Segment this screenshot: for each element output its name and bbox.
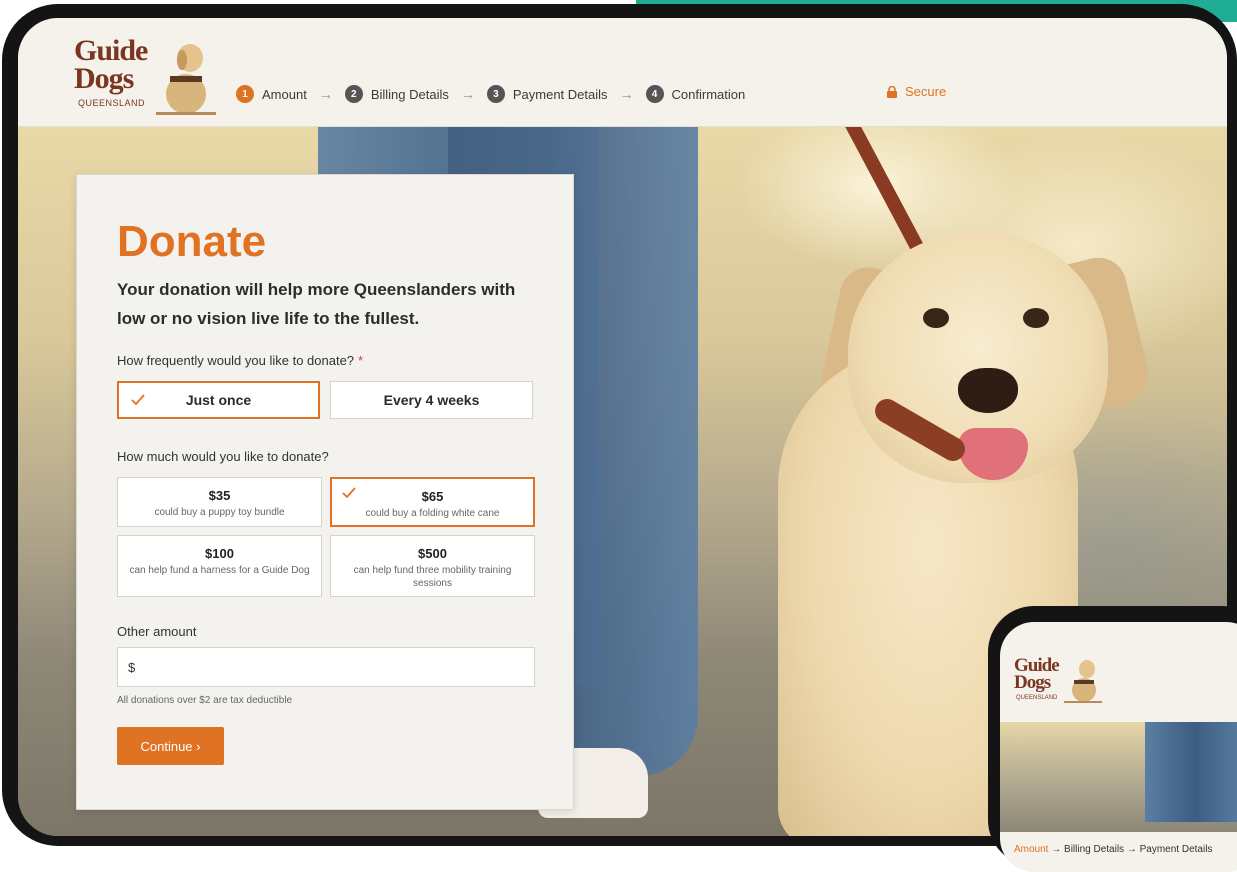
amount-option-65[interactable]: $65 could buy a folding white cane: [330, 477, 535, 527]
frequency-label: How frequently would you like to donate?…: [117, 353, 363, 368]
frequency-option-just-once[interactable]: Just once: [117, 381, 320, 419]
step-number: 2: [344, 85, 363, 103]
frequency-option-every-4-weeks[interactable]: Every 4 weeks: [330, 381, 533, 419]
amount-value: $65: [421, 489, 444, 504]
phone-step-rest: → Billing Details → Payment Details: [1048, 844, 1213, 855]
phone-checkout-steps: Amount → Billing Details → Payment Detai…: [1014, 844, 1212, 855]
amount-description: can help fund three mobility training se…: [353, 565, 512, 589]
amount-description: could buy a folding white cane: [365, 508, 500, 519]
amount-option-100[interactable]: $100 can help fund a harness for a Guide…: [117, 535, 322, 597]
frequency-option-label: Every 4 weeks: [383, 392, 480, 408]
step-label: Billing Details: [370, 86, 449, 102]
other-amount-label: Other amount: [117, 624, 197, 639]
amount-description: could buy a puppy toy bundle: [154, 507, 285, 518]
required-mark: *: [358, 353, 364, 368]
checkout-steps: 1 Amount → 2 Billing Details → 3 Payment…: [236, 82, 745, 106]
logo-dog-icon: [156, 44, 216, 115]
phone-logo-dog-icon: [1064, 660, 1102, 703]
amount-value: $100: [205, 546, 234, 561]
photo-dog-nose: [958, 368, 1018, 413]
phone-screen: Guide Dogs QUEENSLAND Amount → Billing D…: [1000, 622, 1237, 872]
amount-value: $500: [418, 546, 447, 561]
step-payment-details[interactable]: 3 Payment Details: [486, 85, 608, 103]
checkmark-icon: [131, 394, 145, 406]
step-confirmation[interactable]: 4 Confirmation: [645, 85, 746, 103]
step-number: 4: [645, 85, 664, 103]
frequency-label-text: How frequently would you like to donate?: [117, 353, 355, 368]
tax-deductible-note: All donations over $2 are tax deductible: [117, 695, 293, 706]
phone-guide-dogs-logo[interactable]: Guide Dogs QUEENSLAND: [1014, 656, 1114, 716]
site-header: Guide Dogs QUEENSLAND 1 Amount → 2 Billi…: [18, 18, 1227, 127]
checkmark-icon: [342, 487, 356, 499]
step-number: 1: [236, 85, 254, 103]
step-label: Payment Details: [512, 86, 608, 102]
page-subtitle: Your donation will help more Queenslande…: [117, 280, 516, 328]
logo-line-2: Dogs: [74, 62, 134, 95]
secure-indicator: Secure: [886, 84, 946, 99]
lock-icon: [887, 85, 897, 98]
frequency-option-label: Just once: [185, 392, 252, 408]
amount-option-35[interactable]: $35 could buy a puppy toy bundle: [117, 477, 322, 527]
phone-step-amount[interactable]: Amount: [1014, 844, 1048, 855]
donate-form-card: Donate Your donation will help more Quee…: [76, 174, 574, 810]
step-billing-details[interactable]: 2 Billing Details: [344, 85, 449, 103]
phone-logo-subtext: QUEENSLAND: [1016, 695, 1058, 701]
logo-subtext: QUEENSLAND: [78, 98, 146, 108]
secure-label: Secure: [905, 84, 947, 99]
step-label: Confirmation: [671, 86, 746, 102]
step-label: Amount: [262, 86, 307, 102]
page-title: Donate: [117, 217, 267, 266]
step-number: 3: [486, 85, 505, 103]
arrow-right-icon: →: [460, 86, 475, 102]
other-amount-input[interactable]: $: [117, 647, 535, 687]
arrow-right-icon: →: [619, 86, 634, 102]
currency-prefix: $: [128, 659, 136, 675]
arrow-right-icon: →: [318, 86, 333, 102]
phone-logo-line-2: Dogs: [1014, 672, 1051, 693]
photo-dog-eye-right: [1023, 308, 1049, 328]
amount-option-500[interactable]: $500 can help fund three mobility traini…: [330, 535, 535, 597]
step-amount[interactable]: 1 Amount: [236, 85, 307, 103]
continue-button[interactable]: Continue ›: [117, 727, 224, 765]
amount-label: How much would you like to donate?: [117, 449, 329, 464]
guide-dogs-logo[interactable]: Guide Dogs QUEENSLAND: [74, 30, 224, 120]
amount-value: $35: [208, 488, 231, 503]
photo-dog-eye-left: [923, 308, 949, 328]
amount-description: can help fund a harness for a Guide Dog: [129, 565, 310, 576]
phone-photo-legs: [1145, 722, 1237, 822]
phone-frame: Guide Dogs QUEENSLAND Amount → Billing D…: [988, 606, 1237, 872]
